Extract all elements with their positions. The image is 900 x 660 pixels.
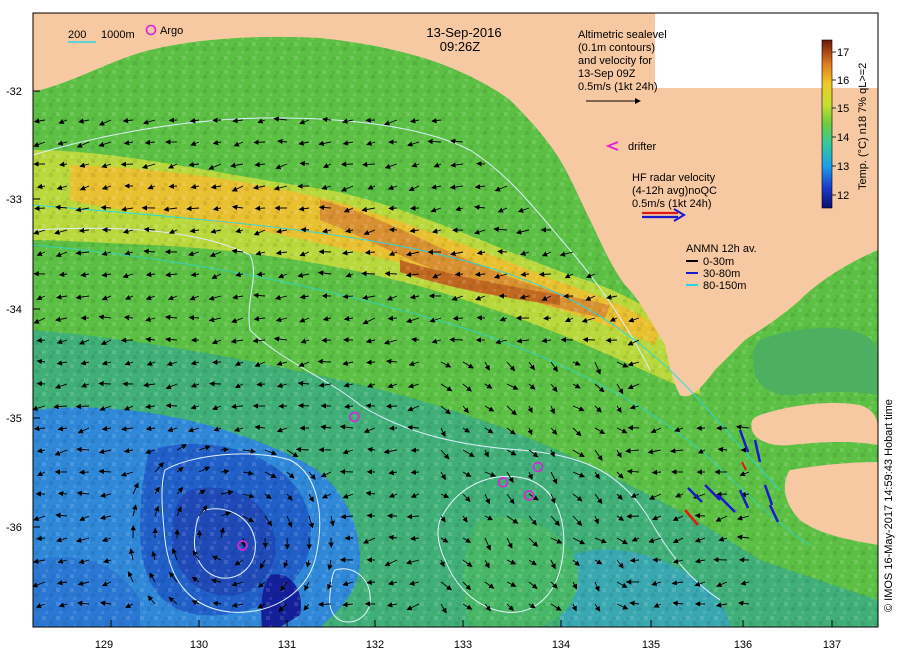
- velocity-arrow: [168, 183, 178, 189]
- velocity-arrow: [538, 271, 552, 277]
- hf-radar-line: HF radar velocity: [632, 172, 716, 184]
- lon-label: 135: [642, 639, 660, 651]
- colorbar-tick: 12: [837, 190, 849, 202]
- hf-radar-line: 0.5m/s (1kt 24h): [632, 198, 711, 210]
- velocity-arrow: [168, 117, 178, 123]
- colorbar-tick: 13: [837, 161, 849, 173]
- velocity-arrow: [188, 314, 200, 321]
- altimetry-line: 0.5m/s (1kt 24h): [578, 81, 657, 93]
- lon-label: 130: [190, 639, 208, 651]
- anmn-label: 0-30m: [703, 256, 734, 268]
- velocity-arrow: [34, 205, 46, 212]
- colorbar-tick: 17: [837, 47, 849, 59]
- velocity-arrow: [410, 447, 420, 453]
- lon-label: 137: [823, 639, 841, 651]
- velocity-arrow: [318, 601, 332, 608]
- map-date: 13-Sep-2016: [426, 25, 501, 40]
- altimetry-line: (0.1m contours): [578, 42, 655, 54]
- altimetry-line: Altimetric sealevel: [578, 29, 667, 41]
- sst-map: -32 -33 -34 -35 -36 129 130 131 132 133 …: [6, 12, 895, 651]
- velocity-arrow: [365, 117, 376, 123]
- drifter-label: drifter: [628, 141, 656, 153]
- contour-200-label: 200: [68, 29, 86, 41]
- velocity-arrow: [300, 227, 310, 233]
- velocity-arrow: [262, 537, 268, 549]
- lon-label: 129: [95, 639, 113, 651]
- colorbar-tick: 14: [837, 132, 849, 144]
- velocity-arrow: [98, 380, 112, 387]
- velocity-arrow: [582, 336, 596, 343]
- velocity-arrow: [361, 270, 376, 277]
- altimetry-line: and velocity for: [578, 55, 652, 67]
- argo-label: Argo: [160, 25, 183, 37]
- contour-1000-label: 1000m: [101, 29, 135, 41]
- lon-label: 134: [552, 639, 570, 651]
- anmn-label: 30-80m: [703, 268, 740, 280]
- velocity-arrow: [454, 271, 464, 277]
- velocity-arrow: [321, 337, 332, 343]
- velocity-arrow: [626, 513, 640, 520]
- velocity-arrow: [605, 337, 618, 343]
- velocity-arrow: [120, 161, 134, 168]
- lat-label: -34: [6, 304, 22, 316]
- lon-label: 136: [734, 639, 752, 651]
- velocity-arrow: [384, 270, 398, 277]
- velocity-arrow: [388, 205, 398, 211]
- lat-label: -32: [6, 86, 22, 98]
- contour-legend: 200 1000m: [68, 29, 135, 43]
- velocity-arrow: [196, 529, 202, 539]
- lon-label: 132: [366, 639, 384, 651]
- velocity-arrow: [75, 403, 90, 410]
- colorbar-tick: 16: [837, 75, 849, 87]
- velocity-arrow: [449, 336, 464, 343]
- colorbar-gradient: [821, 39, 833, 209]
- velocity-arrow: [254, 205, 266, 212]
- hf-radar-line: (4-12h avg)noQC: [632, 185, 717, 197]
- colorbar-label: Temp. (°C) n18 7% qL>=2: [857, 63, 869, 190]
- lat-label: -36: [6, 522, 22, 534]
- anmn-label: 80-150m: [703, 280, 746, 292]
- velocity-arrow: [165, 402, 178, 409]
- altimetry-line: 13-Sep 09Z: [578, 68, 636, 80]
- credit-text: © IMOS 16-May-2017 14:59:43 Hobart time: [883, 399, 895, 612]
- velocity-arrow: [543, 315, 552, 321]
- lon-label: 131: [278, 639, 296, 651]
- velocity-arrow: [298, 402, 310, 409]
- anmn-title: ANMN 12h av.: [686, 243, 757, 255]
- lat-label: -35: [6, 413, 22, 425]
- colorbar-tick: 15: [837, 103, 849, 115]
- map-time: 09:26Z: [440, 39, 481, 54]
- velocity-arrow: [366, 359, 376, 365]
- velocity-arrow: [256, 271, 266, 277]
- velocity-arrow: [317, 358, 332, 365]
- velocity-arrow: [694, 512, 706, 519]
- lat-label: -33: [6, 194, 22, 206]
- lon-label: 133: [454, 639, 472, 651]
- velocity-arrow: [253, 139, 266, 145]
